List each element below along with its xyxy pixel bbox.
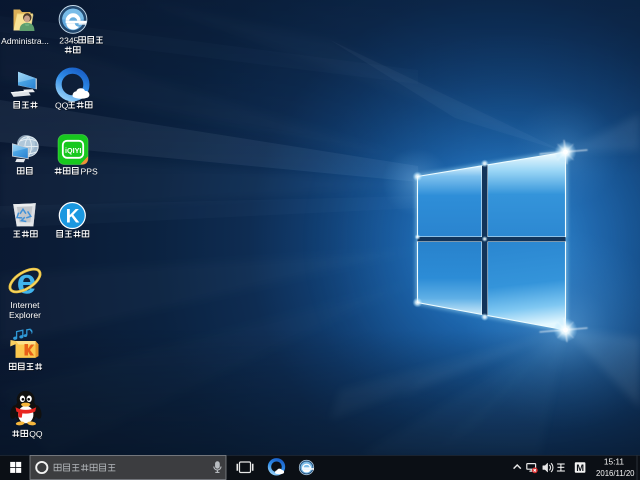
svg-text:2016/11/20: 2016/11/20 — [596, 469, 635, 478]
svg-text:K: K — [66, 206, 80, 227]
svg-text:M: M — [576, 462, 584, 473]
svg-text:Explorer: Explorer — [9, 310, 41, 320]
svg-text:Internet: Internet — [10, 300, 40, 310]
svg-text:Administra...: Administra... — [1, 36, 49, 46]
svg-text:15:11: 15:11 — [604, 457, 625, 467]
svg-text:QQ: QQ — [29, 429, 43, 439]
svg-text:QQ: QQ — [55, 100, 69, 110]
svg-text:2345: 2345 — [59, 35, 78, 45]
svg-text:PPS: PPS — [81, 166, 98, 176]
svg-text:iQIYI: iQIYI — [65, 146, 81, 155]
